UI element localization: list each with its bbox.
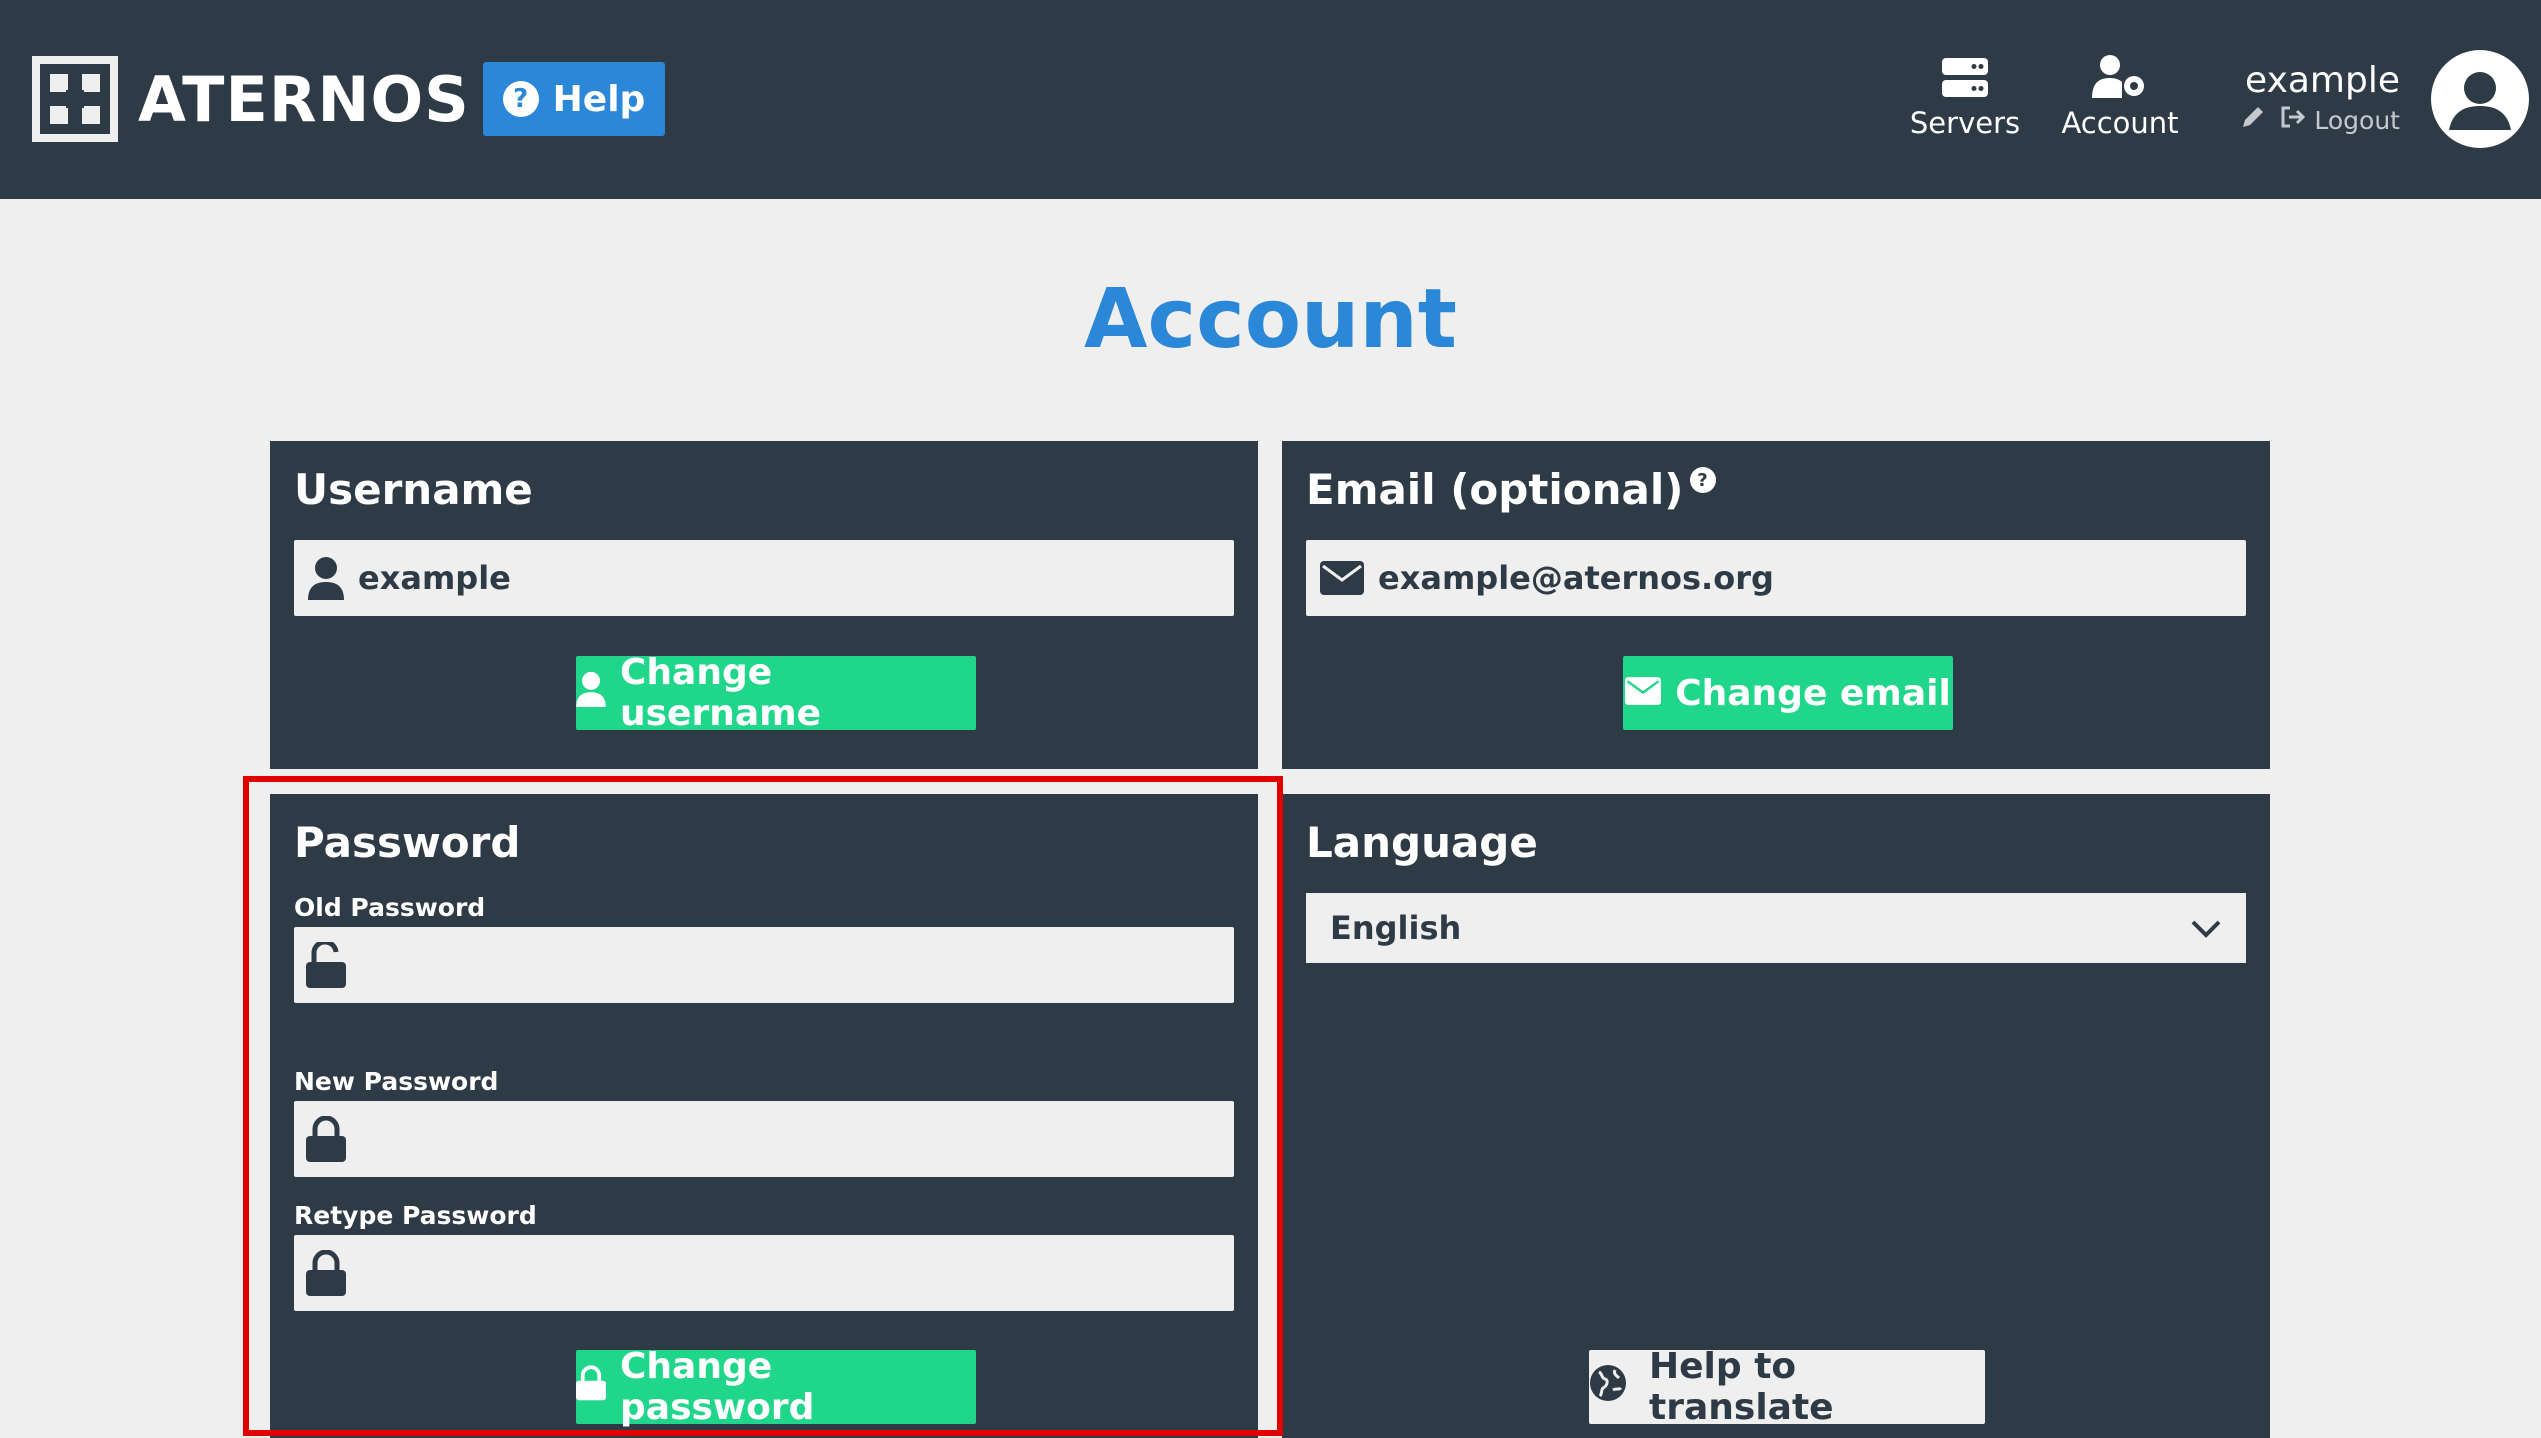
retype-password-input[interactable] xyxy=(358,1235,1234,1311)
top-header: ATERNOS ? Help Servers Account example L… xyxy=(0,0,2541,199)
change-username-label: Change username xyxy=(620,652,822,734)
email-value: example@aternos.org xyxy=(1378,559,1774,597)
password-panel: Password Old Password New Password Retyp… xyxy=(270,794,1258,1438)
logout-icon xyxy=(2280,105,2306,135)
help-to-translate-label: Help to translate xyxy=(1649,1346,1834,1428)
lock-icon xyxy=(576,1364,606,1410)
language-title: Language xyxy=(1306,818,1538,867)
change-email-button[interactable]: Change email xyxy=(1623,656,1953,730)
language-select[interactable]: English xyxy=(1306,893,2246,963)
email-title: Email (optional) xyxy=(1306,465,1684,514)
new-password-label: New Password xyxy=(294,1067,499,1096)
brand-name[interactable]: ATERNOS xyxy=(138,62,470,138)
password-title: Password xyxy=(294,818,521,867)
change-password-label: Change password xyxy=(620,1346,815,1428)
retype-password-label: Retype Password xyxy=(294,1201,537,1230)
new-password-input[interactable] xyxy=(358,1101,1234,1177)
envelope-icon xyxy=(1306,561,1378,595)
change-email-label: Change email xyxy=(1675,672,1951,714)
email-field[interactable]: example@aternos.org xyxy=(1306,540,2246,616)
avatar-icon[interactable] xyxy=(2431,50,2529,148)
nav-servers-label: Servers xyxy=(1909,106,2021,140)
chevron-down-icon xyxy=(2190,909,2222,947)
retype-password-field[interactable] xyxy=(294,1235,1234,1311)
new-password-field[interactable] xyxy=(294,1101,1234,1177)
user-icon xyxy=(294,556,358,600)
email-title-row: Email (optional) ? xyxy=(1306,465,1716,514)
envelope-icon xyxy=(1625,673,1662,714)
help-to-translate-button[interactable]: Help to translate xyxy=(1589,1346,1985,1428)
username-field[interactable]: example xyxy=(294,540,1234,616)
help-button[interactable]: ? Help xyxy=(483,62,665,136)
language-panel: Language English Help to translate xyxy=(1282,794,2270,1438)
help-label: Help xyxy=(552,78,646,120)
user-icon xyxy=(576,671,606,716)
nav-account[interactable]: Account xyxy=(2055,50,2185,150)
user-actions: Logout xyxy=(2230,104,2400,136)
question-icon: ? xyxy=(502,81,539,117)
change-password-button[interactable]: Change password xyxy=(576,1346,976,1428)
logout-link[interactable]: Logout xyxy=(2280,105,2400,135)
globe-icon xyxy=(1589,1364,1627,1411)
lock-icon xyxy=(294,1116,358,1162)
nav-account-label: Account xyxy=(2061,106,2179,140)
old-password-input[interactable] xyxy=(358,927,1234,1003)
help-question-icon[interactable]: ? xyxy=(1689,467,1716,493)
servers-icon xyxy=(1900,50,2030,106)
lock-icon xyxy=(294,1250,358,1296)
username-panel: Username example Change username xyxy=(270,441,1258,769)
unlock-icon xyxy=(294,942,358,988)
pencil-icon[interactable] xyxy=(2240,104,2266,136)
aternos-logo-icon[interactable] xyxy=(32,56,118,142)
account-settings-icon xyxy=(2055,50,2185,106)
nav-servers[interactable]: Servers xyxy=(1900,50,2030,150)
language-selected: English xyxy=(1330,909,1462,947)
user-name[interactable]: example xyxy=(2190,60,2400,101)
logout-label: Logout xyxy=(2314,105,2400,135)
email-panel: Email (optional) ? example@aternos.org C… xyxy=(1282,441,2270,769)
old-password-label: Old Password xyxy=(294,893,486,922)
change-username-button[interactable]: Change username xyxy=(576,652,976,734)
username-title: Username xyxy=(294,465,533,514)
page-title: Account xyxy=(1084,272,1457,367)
username-value: example xyxy=(358,559,511,597)
old-password-field[interactable] xyxy=(294,927,1234,1003)
